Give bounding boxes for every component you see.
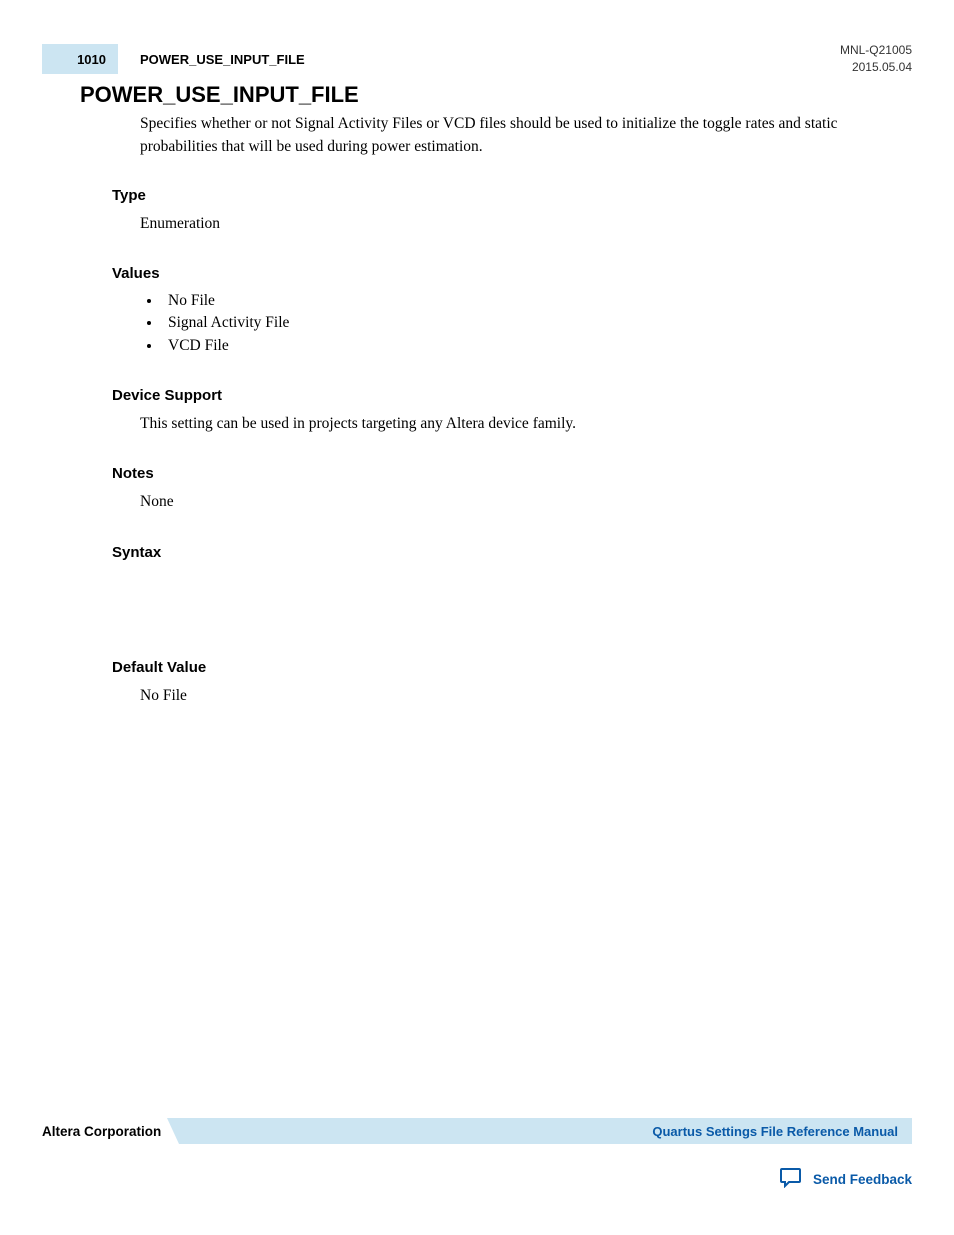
page-header: 1010 POWER_USE_INPUT_FILE — [42, 44, 912, 74]
footer-blue-bar: Quartus Settings File Reference Manual — [179, 1118, 912, 1144]
list-item: Signal Activity File — [162, 312, 882, 334]
values-heading: Values — [112, 265, 882, 282]
header-title: POWER_USE_INPUT_FILE — [140, 52, 305, 67]
default-value-body: No File — [140, 684, 882, 707]
page-number-box: 1010 — [42, 44, 118, 74]
feedback-row: Send Feedback — [42, 1166, 912, 1193]
document-meta: MNL-Q21005 2015.05.04 — [840, 42, 912, 76]
list-item: VCD File — [162, 335, 882, 357]
feedback-link[interactable]: Send Feedback — [813, 1172, 912, 1187]
corporation-name: Altera Corporation — [42, 1124, 179, 1139]
device-support-heading: Device Support — [112, 387, 882, 404]
page-number: 1010 — [77, 52, 106, 67]
content-area: Specifies whether or not Signal Activity… — [112, 112, 882, 737]
list-item: No File — [162, 290, 882, 312]
document-date: 2015.05.04 — [840, 59, 912, 76]
page-title: POWER_USE_INPUT_FILE — [80, 82, 359, 108]
notes-body: None — [140, 490, 882, 513]
default-value-heading: Default Value — [112, 659, 882, 676]
syntax-body — [112, 569, 882, 659]
description-text: Specifies whether or not Signal Activity… — [140, 112, 882, 159]
type-body: Enumeration — [140, 212, 882, 235]
document-id: MNL-Q21005 — [840, 42, 912, 59]
manual-link[interactable]: Quartus Settings File Reference Manual — [652, 1124, 898, 1139]
values-list: No File Signal Activity File VCD File — [162, 290, 882, 357]
device-support-body: This setting can be used in projects tar… — [140, 412, 882, 435]
notes-heading: Notes — [112, 465, 882, 482]
type-heading: Type — [112, 187, 882, 204]
feedback-icon[interactable] — [779, 1166, 803, 1193]
footer-bar: Altera Corporation Quartus Settings File… — [42, 1118, 912, 1144]
page-footer: Altera Corporation Quartus Settings File… — [42, 1118, 912, 1193]
syntax-heading: Syntax — [112, 544, 882, 561]
